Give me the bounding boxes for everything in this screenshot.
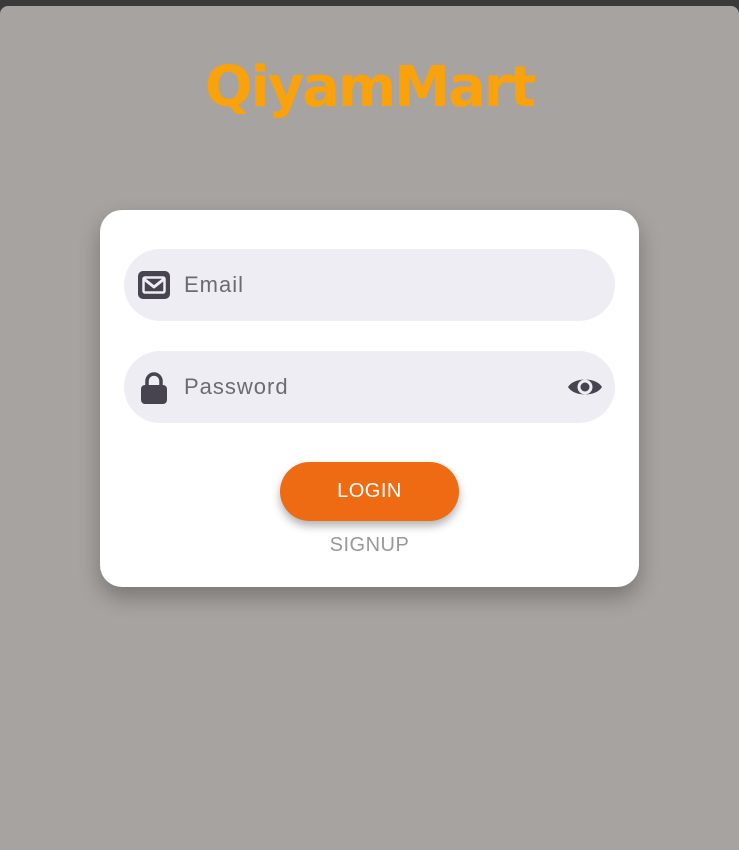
signup-button[interactable]: SIGNUP	[300, 530, 439, 560]
eye-icon[interactable]	[567, 370, 603, 404]
app-window: QiyamMart Email LOGIN SIGNUP	[0, 6, 739, 850]
email-input[interactable]	[184, 249, 554, 321]
email-field-container[interactable]	[124, 249, 615, 321]
envelope-icon	[136, 269, 172, 301]
lock-icon	[136, 371, 172, 404]
password-field-container[interactable]	[124, 351, 615, 423]
login-card: LOGIN SIGNUP	[100, 210, 639, 587]
app-logo: QiyamMart	[204, 55, 536, 120]
login-button[interactable]: LOGIN	[280, 462, 459, 521]
password-input[interactable]	[184, 351, 554, 423]
